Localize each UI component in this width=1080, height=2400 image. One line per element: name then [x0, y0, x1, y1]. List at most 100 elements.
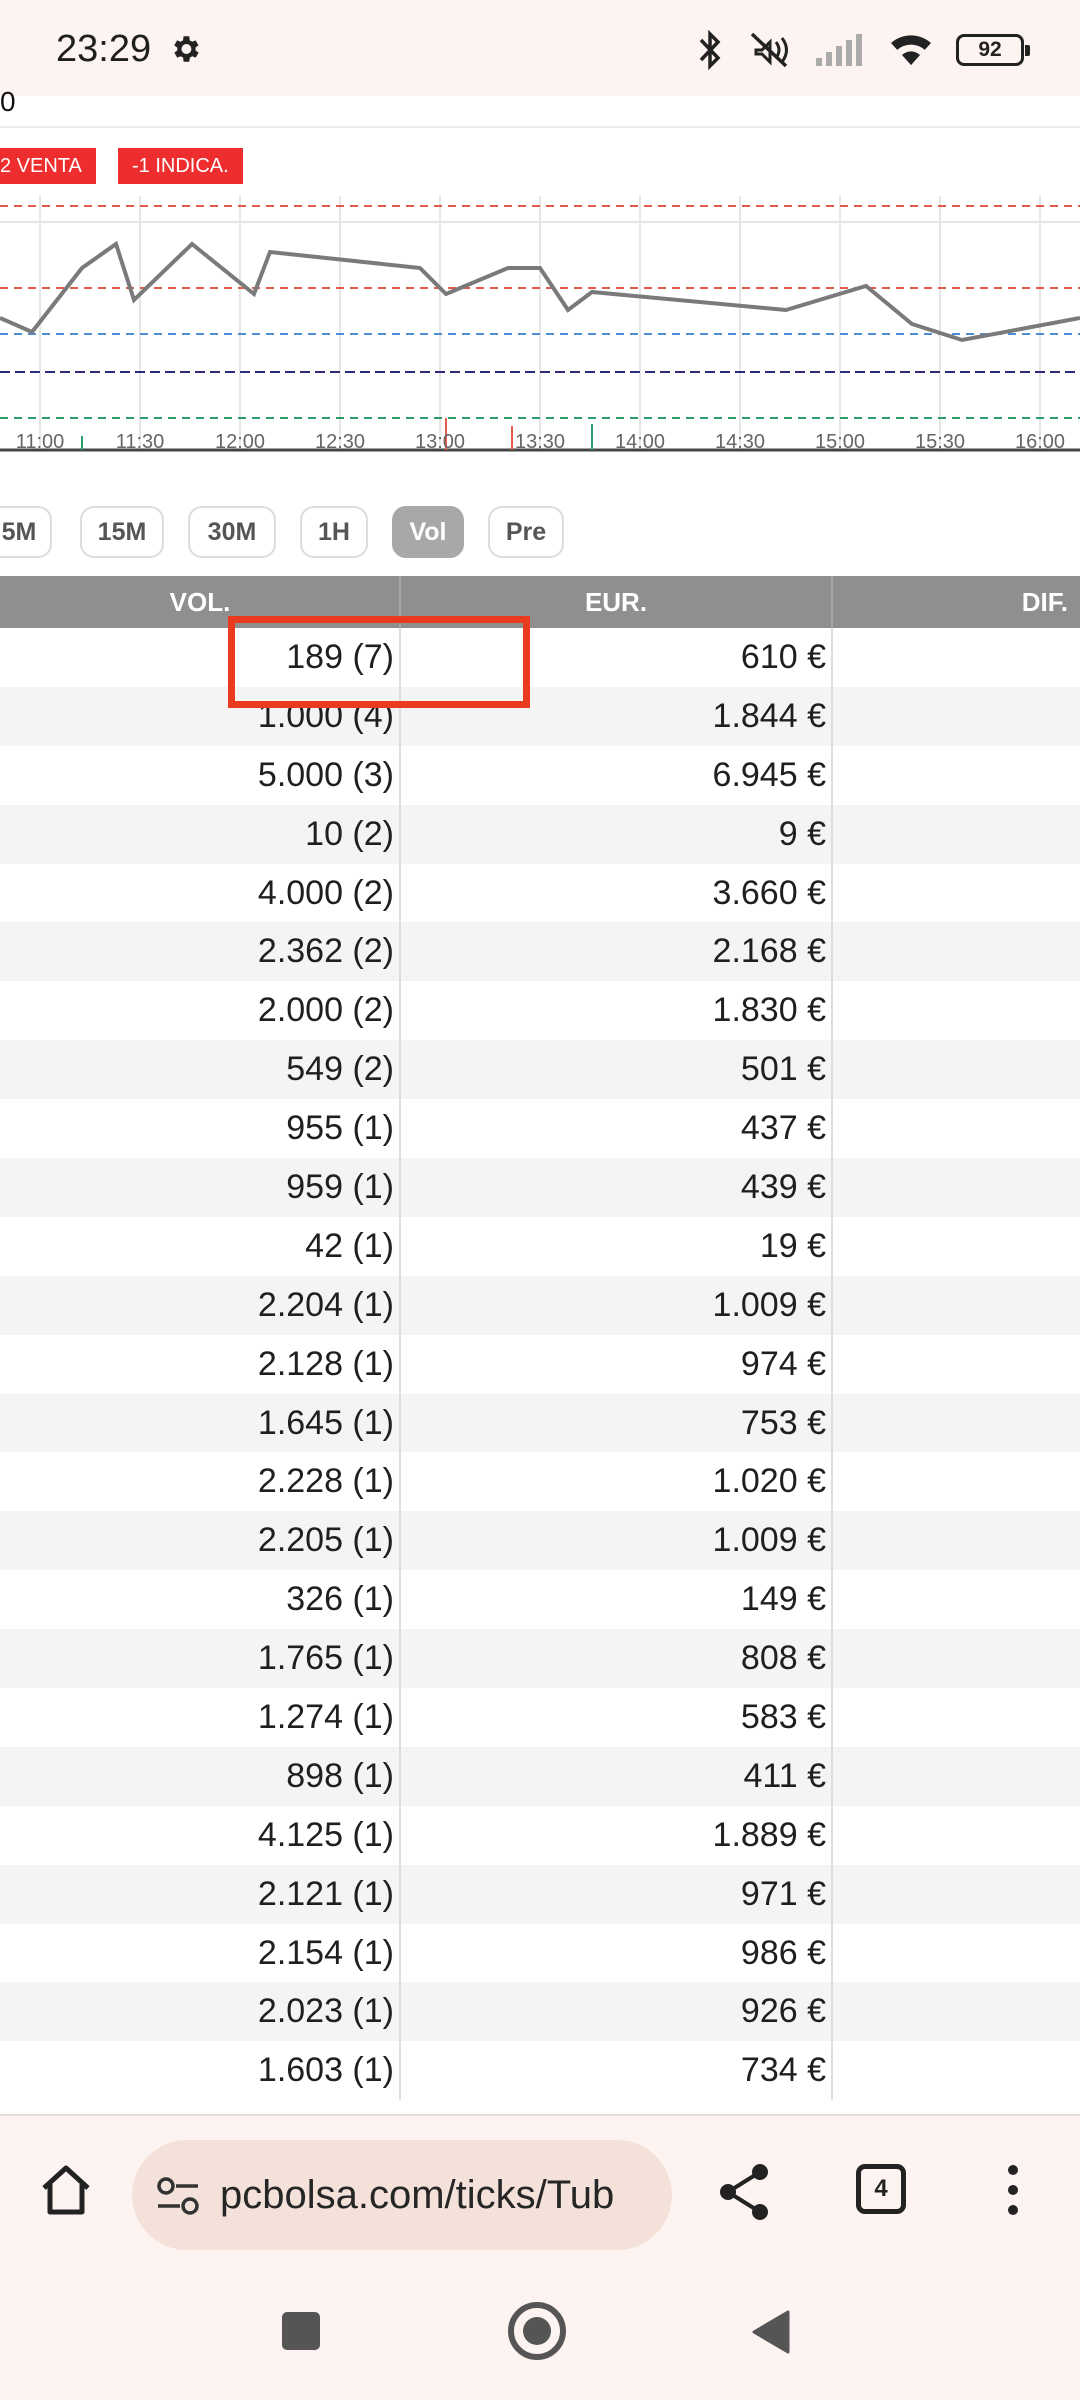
column-separator [399, 1393, 401, 1453]
column-separator [831, 1805, 833, 1865]
chart-grid [0, 196, 1080, 450]
recents-button[interactable] [282, 2312, 320, 2350]
table-row[interactable]: 1.000 (4) 1.844 € [0, 686, 1080, 746]
timeframe-5m-button[interactable]: 5M [0, 506, 52, 558]
column-separator [399, 804, 401, 864]
table-row[interactable]: 2.204 (1) 1.009 € [0, 1275, 1080, 1335]
table-row[interactable]: 1.765 (1) 808 € [0, 1629, 1080, 1689]
home-nav-button[interactable] [508, 2302, 566, 2360]
table-row[interactable]: 2.121 (1) 971 € [0, 1864, 1080, 1924]
column-separator [399, 1805, 401, 1865]
status-time: 23:29 [56, 28, 152, 70]
price-view-button[interactable]: Pre [488, 506, 564, 558]
cell-euros: 1.009 € [712, 1285, 826, 1324]
column-separator [831, 1452, 833, 1512]
column-separator [831, 1629, 833, 1689]
home-icon[interactable] [36, 2160, 96, 2220]
cell-euros: 1.009 € [712, 1521, 826, 1560]
highlight-box [228, 616, 530, 708]
column-separator [399, 1511, 401, 1571]
x-tick-label: 13:30 [515, 431, 565, 453]
cell-volume: 42 (1) [305, 1226, 394, 1265]
column-separator [831, 1216, 833, 1276]
timeframe-1h-button[interactable]: 1H [300, 506, 368, 558]
column-separator [831, 1982, 833, 2042]
cell-euros: 437 € [740, 1109, 826, 1148]
timeframe-30m-button[interactable]: 30M [188, 506, 276, 558]
cell-euros: 583 € [740, 1698, 826, 1737]
column-separator [831, 922, 833, 982]
wifi-icon [891, 35, 931, 65]
column-separator [399, 1216, 401, 1276]
table-row[interactable]: 2.228 (1) 1.020 € [0, 1452, 1080, 1512]
cell-volume: 2.154 (1) [257, 1933, 394, 1972]
column-separator [399, 1923, 401, 1983]
column-separator [399, 1334, 401, 1394]
volume-view-button[interactable]: Vol [392, 506, 464, 558]
column-separator [399, 1275, 401, 1335]
tab-switcher-button[interactable]: 4 [856, 2164, 906, 2214]
cell-euros: 1.889 € [712, 1815, 826, 1854]
cell-volume: 2.204 (1) [257, 1285, 394, 1324]
column-separator [831, 1393, 833, 1453]
table-row[interactable]: 5.000 (3) 6.945 € [0, 745, 1080, 805]
column-separator [831, 745, 833, 805]
column-separator [399, 1864, 401, 1924]
table-row[interactable]: 2.362 (2) 2.168 € [0, 922, 1080, 982]
cell-euros: 19 € [759, 1226, 826, 1265]
more-menu-icon[interactable] [996, 2160, 1030, 2220]
table-row[interactable]: 959 (1) 439 € [0, 1158, 1080, 1217]
cell-volume: 2.023 (1) [257, 1992, 394, 2031]
table-row[interactable]: 549 (2) 501 € [0, 1040, 1080, 1100]
cell-euros: 149 € [740, 1580, 826, 1619]
x-tick-label: 16:00 [1015, 431, 1065, 453]
cell-volume: 955 (1) [286, 1109, 394, 1148]
table-row[interactable]: 898 (1) 411 € [0, 1746, 1080, 1806]
cell-volume: 1.274 (1) [257, 1698, 394, 1737]
share-icon[interactable] [716, 2162, 772, 2222]
column-separator [831, 1570, 833, 1630]
column-separator [399, 1629, 401, 1689]
cell-volume: 1.603 (1) [257, 2051, 394, 2090]
cell-volume: 2.228 (1) [257, 1462, 394, 1501]
cell-volume: 2.205 (1) [257, 1521, 394, 1560]
status-icons: 92 [698, 26, 1030, 74]
chart-top-label: 0 [0, 86, 16, 117]
table-row[interactable]: 4.000 (2) 3.660 € [0, 863, 1080, 923]
table-row[interactable]: 955 (1) 437 € [0, 1099, 1080, 1159]
address-bar[interactable]: pcbolsa.com/ticks/Tub [132, 2140, 672, 2250]
indicator-signal-badge[interactable]: -1 INDICA. [118, 148, 243, 184]
url-text[interactable]: pcbolsa.com/ticks/Tub [220, 2140, 650, 2250]
back-icon[interactable] [748, 2308, 792, 2356]
column-header-dif[interactable]: DIF. [948, 576, 1068, 628]
column-separator [831, 1688, 833, 1747]
bluetooth-icon [699, 30, 721, 70]
table-row[interactable]: 2.128 (1) 974 € [0, 1334, 1080, 1394]
mute-vibrate-icon [750, 32, 788, 68]
cell-euros: 971 € [740, 1874, 826, 1913]
table-row[interactable]: 4.125 (1) 1.889 € [0, 1805, 1080, 1865]
table-row[interactable]: 1.274 (1) 583 € [0, 1688, 1080, 1747]
table-row[interactable]: 2.154 (1) 986 € [0, 1923, 1080, 1983]
cell-euros: 439 € [740, 1168, 826, 1207]
timeframe-15m-button[interactable]: 15M [80, 506, 164, 558]
table-row[interactable]: 10 (2) 9 € [0, 804, 1080, 864]
column-separator [399, 922, 401, 982]
table-row[interactable]: 42 (1) 19 € [0, 1216, 1080, 1276]
table-row[interactable]: 2.000 (2) 1.830 € [0, 981, 1080, 1041]
table-row[interactable]: 326 (1) 149 € [0, 1570, 1080, 1630]
price-chart[interactable]: 11:00 11:30 12:00 12:30 13:00 13:30 14:0… [0, 196, 1080, 460]
column-separator [399, 1982, 401, 2042]
table-row[interactable]: 1.645 (1) 753 € [0, 1393, 1080, 1453]
column-separator [831, 628, 833, 687]
gear-icon [174, 36, 199, 62]
site-settings-icon[interactable] [156, 2176, 200, 2216]
cell-volume: 2.121 (1) [257, 1874, 394, 1913]
table-row[interactable]: 1.603 (1) 734 € [0, 2041, 1080, 2101]
table-row[interactable]: 2.023 (1) 926 € [0, 1982, 1080, 2042]
table-row[interactable]: 2.205 (1) 1.009 € [0, 1511, 1080, 1571]
sell-signal-badge[interactable]: 2 VENTA [0, 148, 96, 184]
cell-volume: 5.000 (3) [257, 755, 394, 794]
table-row[interactable]: 189 (7) 610 € [0, 628, 1080, 687]
table-header: VOL. EUR. DIF. [0, 576, 1080, 628]
